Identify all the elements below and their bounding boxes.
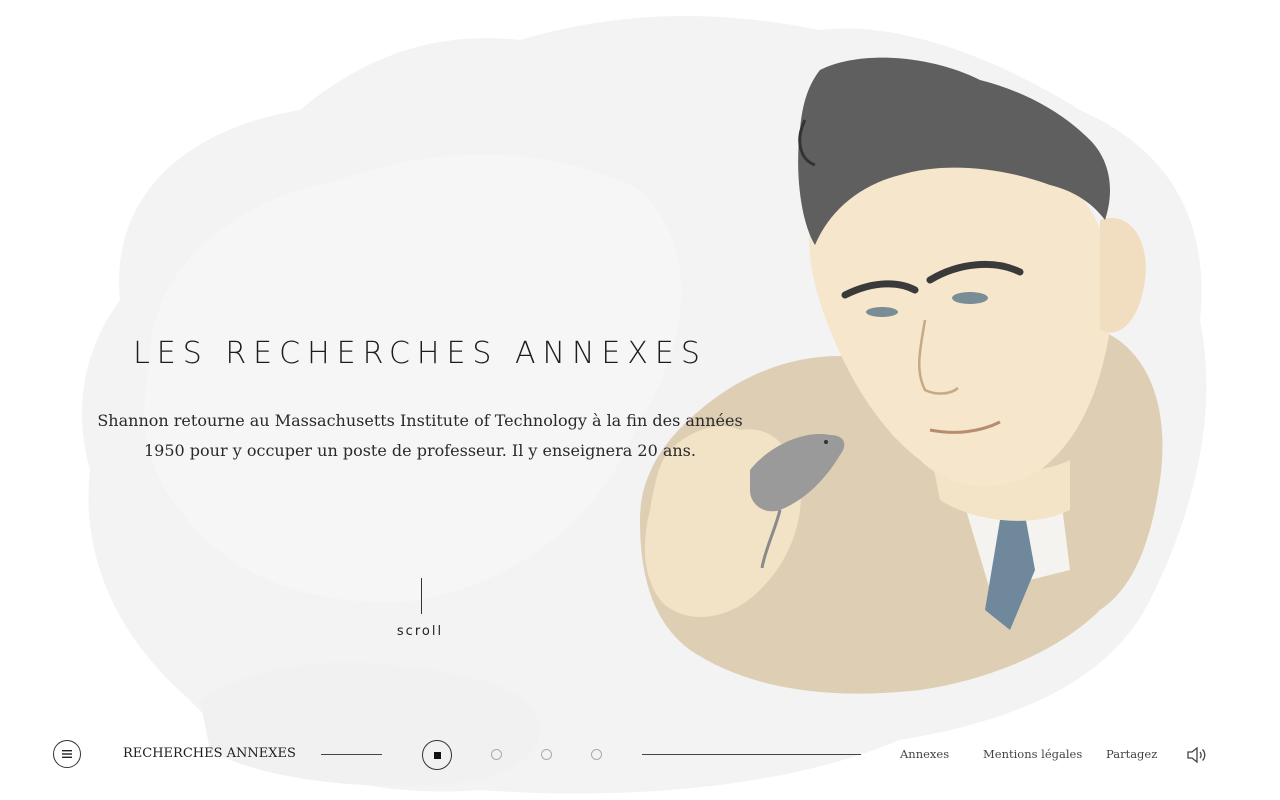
speaker-icon [1187, 746, 1206, 764]
page: LES RECHERCHES ANNEXES Shannon retourne … [0, 0, 1280, 800]
legal-notice-link[interactable]: Mentions légales [983, 747, 1082, 761]
menu-button[interactable] [53, 740, 81, 768]
scroll-label[interactable]: scroll [370, 624, 470, 639]
intro-paragraph: Shannon retourne au Massachusetts Instit… [97, 411, 743, 460]
step-indicator-active[interactable] [422, 740, 452, 770]
share-link[interactable]: Partagez [1106, 747, 1157, 761]
progress-track-right [642, 754, 861, 755]
portrait-illustration [640, 57, 1163, 694]
annexes-link[interactable]: Annexes [900, 747, 949, 761]
step-indicator[interactable] [541, 749, 552, 760]
current-section-label: RECHERCHES ANNEXES [123, 746, 296, 761]
stop-icon [433, 751, 441, 759]
scroll-indicator-line [421, 578, 422, 614]
step-indicator[interactable] [591, 749, 602, 760]
bottom-navigation: RECHERCHES ANNEXES Annexes Mentions léga… [0, 730, 1280, 780]
progress-track-left [321, 754, 382, 755]
page-title: LES RECHERCHES ANNEXES [133, 336, 707, 371]
sound-toggle-button[interactable] [1186, 745, 1208, 765]
step-indicator[interactable] [491, 749, 502, 760]
menu-icon [62, 750, 72, 758]
